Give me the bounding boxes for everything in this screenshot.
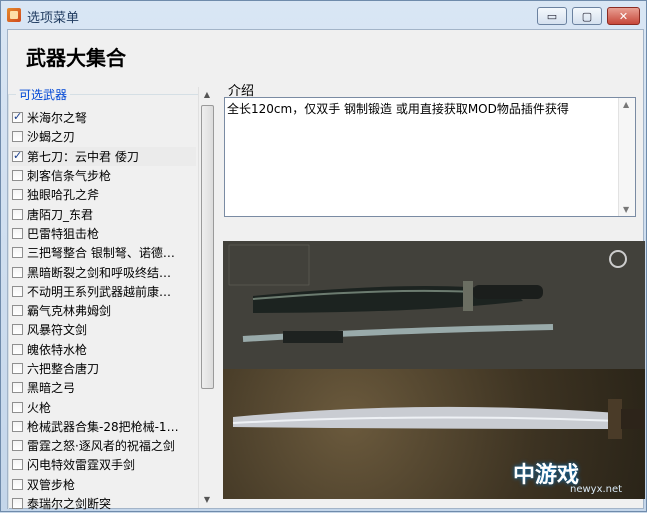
weapon-label: 刺客信条气步枪 — [27, 169, 112, 184]
weapon-list-item[interactable]: 巴雷特狙击枪 — [10, 224, 196, 243]
weapon-list-scrollbar[interactable]: ▲ ▼ — [198, 87, 215, 508]
scroll-down-arrow-icon[interactable]: ▼ — [200, 492, 214, 508]
watermark-url: newyx.net — [570, 484, 623, 495]
checkbox[interactable] — [12, 149, 23, 162]
weapon-label: 魄依特水枪 — [27, 342, 88, 357]
weapon-preview-image — [223, 241, 645, 499]
checkbox[interactable] — [12, 498, 23, 510]
checkbox[interactable] — [12, 110, 23, 124]
weapon-label: 三把弩整合 银制弩、诺德… — [27, 246, 175, 261]
intro-text: 全长120cm，仅双手 钢制锻造 或用直接获取MOD物品插件获得 — [227, 102, 569, 116]
weapon-list-item[interactable]: 不动明王系列武器越前康… — [10, 282, 196, 301]
weapon-list-item[interactable]: 唐陌刀_东君 — [10, 204, 196, 223]
scroll-up-arrow-icon[interactable]: ▲ — [200, 87, 214, 103]
weapon-list-item[interactable]: 霸气克林弗姆剑 — [10, 301, 196, 320]
weapon-label: 风暴符文剑 — [27, 323, 88, 338]
scroll-thumb[interactable] — [201, 105, 214, 389]
weapon-label: 不动明王系列武器越前康… — [27, 284, 172, 299]
minimize-button[interactable]: ▭ — [537, 7, 567, 25]
weapon-label: 黑暗之弓 — [27, 381, 76, 396]
weapon-label: 雷霆之怒·逐风者的祝福之剑 — [27, 439, 175, 454]
checkbox[interactable] — [12, 131, 23, 143]
weapon-label: 火枪 — [27, 400, 52, 415]
weapon-list-item[interactable]: 刺客信条气步枪 — [10, 166, 196, 185]
checkbox[interactable] — [12, 343, 23, 355]
weapon-label: 巴雷特狙击枪 — [27, 226, 100, 241]
weapon-label: 第七刀：云中君 倭刀 — [27, 149, 139, 164]
weapon-label: 双管步枪 — [27, 477, 76, 492]
weapon-label: 唐陌刀_东君 — [27, 207, 94, 222]
close-button[interactable]: ✕ — [607, 7, 640, 25]
weapon-label: 黑暗断裂之剑和呼吸终结… — [27, 265, 172, 280]
sword-model-icon — [223, 241, 645, 369]
weapon-list-item[interactable]: 第七刀：云中君 倭刀 — [10, 146, 196, 166]
checkbox[interactable] — [12, 247, 23, 259]
weapon-list-item[interactable]: 黑暗之弓 — [10, 378, 196, 397]
intro-textbox[interactable]: 全长120cm，仅双手 钢制锻造 或用直接获取MOD物品插件获得 ▲ ▼ — [224, 97, 636, 217]
weapon-list-item[interactable]: 枪械武器合集-28把枪械-1… — [10, 417, 196, 436]
client-area: 武器大集合 可选武器 米海尔之弩沙蝎之刃第七刀：云中君 倭刀刺客信条气步枪独眼哈… — [7, 29, 645, 511]
weapon-list-item[interactable]: 雷霆之怒·逐风者的祝福之剑 — [10, 436, 196, 455]
intro-scrollbar[interactable]: ▲ ▼ — [618, 98, 635, 216]
weapon-label: 霸气克林弗姆剑 — [27, 304, 112, 319]
checkbox[interactable] — [12, 227, 23, 239]
checkbox[interactable] — [12, 208, 23, 220]
weapon-checklist: 米海尔之弩沙蝎之刃第七刀：云中君 倭刀刺客信条气步枪独眼哈孔之斧唐陌刀_东君巴雷… — [10, 108, 196, 513]
weapon-list-item[interactable]: 沙蝎之刃 — [10, 127, 196, 146]
groupbox-legend: 可选武器 — [16, 86, 71, 103]
weapon-list-item[interactable]: 风暴符文剑 — [10, 320, 196, 339]
options-window: 选项菜单 ▭ ▢ ✕ 武器大集合 可选武器 米海尔之弩沙蝎之刃第七刀：云中君 倭… — [0, 0, 647, 512]
weapon-list-item[interactable]: 魄依特水枪 — [10, 340, 196, 359]
close-icon: ✕ — [618, 9, 629, 23]
maximize-button[interactable]: ▢ — [572, 7, 602, 25]
weapon-label: 枪械武器合集-28把枪械-1… — [27, 419, 179, 434]
weapon-list-item[interactable]: 火枪 — [10, 397, 196, 416]
weapon-list-item[interactable]: 米海尔之弩 — [10, 108, 196, 127]
weapon-label: 六把整合唐刀 — [27, 362, 100, 376]
weapon-list-item[interactable]: 三把弩整合 银制弩、诺德… — [10, 243, 196, 262]
intro-scroll-down-icon[interactable]: ▼ — [623, 205, 629, 214]
checkbox[interactable] — [12, 382, 23, 394]
title-bar[interactable]: 选项菜单 ▭ ▢ ✕ — [1, 1, 646, 29]
intro-scroll-up-icon[interactable]: ▲ — [623, 100, 629, 109]
minimize-icon: ▭ — [546, 9, 558, 23]
weapon-list-item[interactable]: 双管步枪 — [10, 475, 196, 494]
weapon-list-item[interactable]: 闪电特效雷霆双手剑 — [10, 455, 196, 474]
checkbox[interactable] — [12, 266, 23, 278]
checkbox[interactable] — [12, 440, 23, 452]
checkbox[interactable] — [12, 285, 23, 297]
sword-blade-icon — [232, 399, 645, 439]
window-title: 选项菜单 — [27, 11, 80, 26]
maximize-icon: ▢ — [581, 9, 593, 23]
checkbox[interactable] — [12, 324, 23, 336]
weapon-list-item[interactable]: 泰瑞尔之剑断突 — [10, 494, 196, 513]
checkbox[interactable] — [12, 478, 23, 490]
sword-ingame-photo — [223, 369, 645, 499]
checkbox[interactable] — [12, 170, 23, 182]
sword-model-render — [223, 241, 645, 369]
weapon-label: 沙蝎之刃 — [27, 130, 76, 145]
checkbox[interactable] — [12, 420, 23, 432]
checkbox[interactable] — [12, 459, 23, 471]
weapon-label: 闪电特效雷霆双手剑 — [27, 458, 136, 473]
app-icon — [7, 8, 21, 22]
checkbox[interactable] — [12, 363, 23, 374]
weapon-list-item[interactable]: 黑暗断裂之剑和呼吸终结… — [10, 262, 196, 281]
checkbox[interactable] — [12, 401, 23, 413]
page-title: 武器大集合 — [26, 46, 126, 70]
weapon-label: 独眼哈孔之斧 — [27, 188, 100, 203]
weapon-label: 泰瑞尔之剑断突 — [27, 497, 112, 512]
checkbox[interactable] — [12, 305, 23, 317]
weapon-list-item[interactable]: 独眼哈孔之斧 — [10, 185, 196, 204]
weapon-groupbox: 可选武器 米海尔之弩沙蝎之刃第七刀：云中君 倭刀刺客信条气步枪独眼哈孔之斧唐陌刀… — [8, 86, 213, 511]
weapon-list-item[interactable]: 六把整合唐刀 — [10, 359, 196, 378]
checkbox[interactable] — [12, 189, 23, 201]
weapon-label: 米海尔之弩 — [27, 111, 88, 126]
